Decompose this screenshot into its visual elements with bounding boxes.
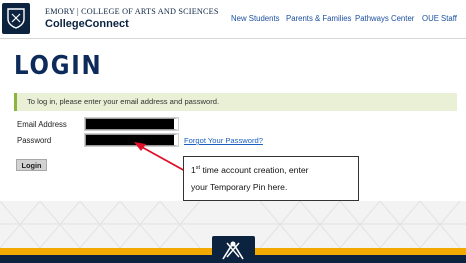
- callout-line-2: your Temporary Pin here.: [191, 182, 288, 192]
- footer-emory-seal-icon: [212, 236, 255, 263]
- annotation-callout: 1st time account creation, enter your Te…: [183, 156, 359, 201]
- callout-line-1: 1st time account creation, enter: [191, 165, 309, 175]
